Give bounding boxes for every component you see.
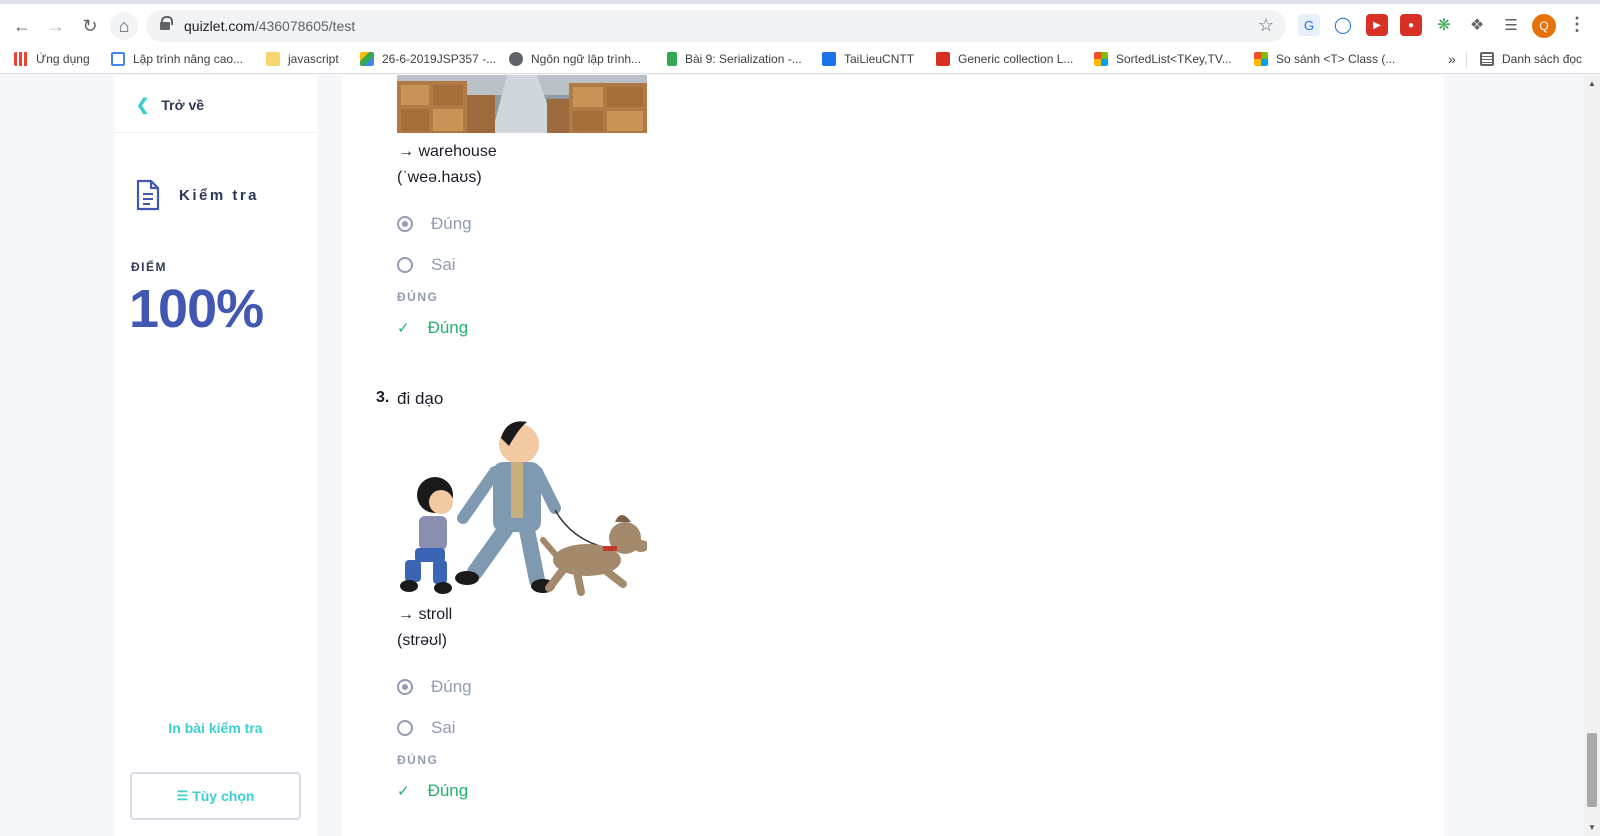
check-icon: ✓ xyxy=(397,783,410,800)
reading-list-icon xyxy=(1480,52,1494,66)
test-content: → warehouse (ˈweə.haʊs) Đúng Sai ĐÚNG ✓ … xyxy=(342,75,1444,836)
bookmark-star-icon[interactable]: ☆ xyxy=(1258,15,1274,36)
bookmark-item[interactable]: 26-6-2019JSP357 -... xyxy=(360,50,496,68)
scroll-up-icon[interactable]: ▲ xyxy=(1588,79,1596,88)
test-heading: Kiểm tra xyxy=(135,179,259,211)
question-number: 3. xyxy=(376,389,390,406)
radio-selected[interactable] xyxy=(397,216,413,232)
options-button[interactable]: ☰ Tùy chọn xyxy=(130,772,301,820)
back-link[interactable]: ❮ Trở về xyxy=(136,95,204,115)
answer-label: ĐÚNG xyxy=(397,290,439,304)
circle-extension-icon[interactable]: ◯ xyxy=(1332,14,1354,36)
bookmark-item[interactable]: So sánh <T> Class (... xyxy=(1254,50,1395,68)
score-value: 100% xyxy=(129,279,264,339)
browser-menu-icon[interactable]: ⋮ xyxy=(1568,14,1586,35)
score-label: ĐIỂM xyxy=(131,260,167,274)
drive-icon xyxy=(360,52,374,66)
microsoft-icon xyxy=(1094,52,1108,66)
option-true[interactable]: Đúng xyxy=(397,214,472,234)
hourglass-icon xyxy=(667,52,677,66)
reading-list[interactable]: Danh sách đọc xyxy=(1480,50,1582,68)
pronunciation-text: (strəʊl) xyxy=(397,632,447,649)
pronunciation-text: (ˈweə.haʊs) xyxy=(397,169,482,186)
microsoft-icon xyxy=(1254,52,1268,66)
bookmark-item[interactable]: Lập trình nâng cao... xyxy=(111,50,243,68)
more-bookmarks-icon[interactable]: » xyxy=(1448,50,1456,68)
apps-grid-icon xyxy=(14,52,28,66)
option-false[interactable]: Sai xyxy=(397,255,456,275)
answer-label: ĐÚNG xyxy=(397,753,439,767)
sliders-icon: ☰ xyxy=(176,788,189,803)
scrollbar-thumb[interactable] xyxy=(1587,733,1597,807)
check-icon: ✓ xyxy=(397,320,410,337)
bookmark-item[interactable]: SortedList<TKey,TV... xyxy=(1094,50,1232,68)
term-text: → stroll xyxy=(398,606,453,623)
bookmark-item[interactable]: Ngôn ngữ lập trình... xyxy=(509,50,641,68)
browser-toolbar: ← → ↻ ⌂ quizlet.com/436078605/test ☆ G ◯… xyxy=(0,0,1600,44)
site-favicon-icon xyxy=(936,52,950,66)
scroll-down-icon[interactable]: ▼ xyxy=(1588,823,1596,832)
media-control-icon[interactable]: ☰ xyxy=(1500,14,1522,36)
bookmarks-bar: Ứng dụng Lập trình nâng cao... javascrip… xyxy=(0,44,1600,74)
lock-icon xyxy=(160,16,173,32)
radio-unselected[interactable] xyxy=(397,257,413,273)
address-bar[interactable]: quizlet.com/436078605/test ☆ xyxy=(146,10,1286,42)
home-icon[interactable]: ⌂ xyxy=(110,12,138,40)
option-false[interactable]: Sai xyxy=(397,718,456,738)
test-title: Kiểm tra xyxy=(179,186,260,204)
correct-answer: ✓ Đúng xyxy=(397,781,469,800)
folder-icon xyxy=(266,52,280,66)
correct-answer: ✓ Đúng xyxy=(397,318,469,337)
print-test-link[interactable]: In bài kiểm tra xyxy=(114,720,317,736)
term-text: → warehouse xyxy=(398,143,497,160)
forward-arrow-icon[interactable]: → xyxy=(42,12,70,40)
document-icon xyxy=(136,179,160,211)
bookmark-item[interactable]: javascript xyxy=(266,50,339,68)
page-favicon-icon xyxy=(111,52,125,66)
record-extension-icon[interactable]: ● xyxy=(1400,14,1422,36)
bookmark-apps[interactable]: Ứng dụng xyxy=(14,50,90,68)
bookmark-item[interactable]: TaiLieuCNTT xyxy=(822,50,914,68)
bookmark-item[interactable]: Bài 9: Serialization -... xyxy=(667,50,802,68)
back-arrow-icon[interactable]: ← xyxy=(8,12,36,40)
chevron-left-icon: ❮ xyxy=(136,97,150,114)
puzzle-extension-icon[interactable]: ❖ xyxy=(1466,14,1488,36)
radio-selected[interactable] xyxy=(397,679,413,695)
globe-icon xyxy=(509,52,523,66)
sidebar-divider xyxy=(114,132,317,133)
bookmark-item[interactable]: Generic collection L... xyxy=(936,50,1073,68)
profile-avatar[interactable]: Q xyxy=(1532,14,1556,38)
bookmarks-divider xyxy=(1466,52,1467,68)
page-scrollbar[interactable]: ▲ ▼ xyxy=(1584,75,1600,836)
reload-icon[interactable]: ↻ xyxy=(76,12,104,40)
colorful-extension-icon[interactable]: ❋ xyxy=(1433,14,1455,36)
question-prompt: đi dạo xyxy=(397,389,444,408)
option-true[interactable]: Đúng xyxy=(397,677,472,697)
test-sidebar: ❮ Trở về Kiểm tra ĐIỂM 100% In bài kiểm … xyxy=(114,75,317,836)
warehouse-image xyxy=(397,75,647,133)
tailieu-icon xyxy=(822,52,836,66)
radio-unselected[interactable] xyxy=(397,720,413,736)
translate-extension-icon[interactable]: G xyxy=(1298,14,1320,36)
video-extension-icon[interactable]: ▶ xyxy=(1366,14,1388,36)
url-text: quizlet.com/436078605/test xyxy=(184,18,356,34)
walking-family-image xyxy=(397,410,647,600)
